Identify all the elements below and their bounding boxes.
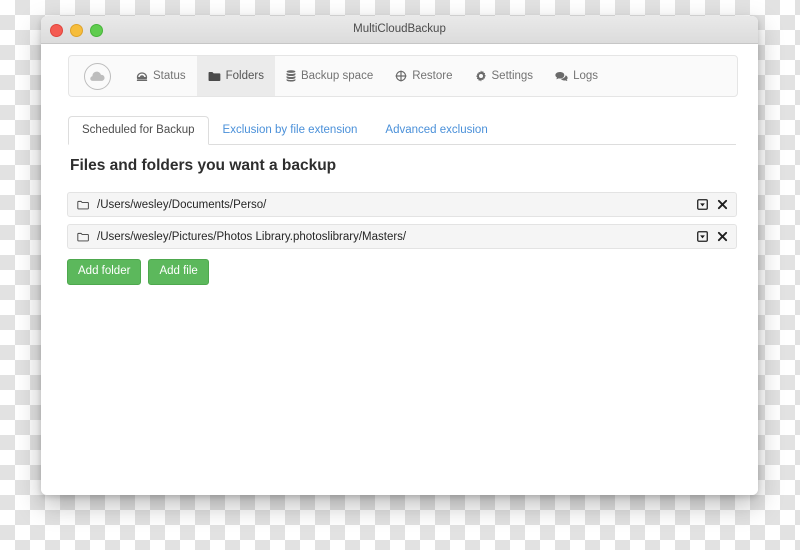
folder-outline-icon — [77, 200, 89, 210]
comments-icon — [555, 71, 568, 82]
folder-icon — [208, 71, 221, 82]
close-icon[interactable] — [717, 231, 728, 242]
folder-outline-icon — [77, 232, 89, 242]
window-title: MultiCloudBackup — [353, 23, 446, 35]
box-chevron-down-icon[interactable] — [697, 231, 708, 242]
add-file-button[interactable]: Add file — [148, 259, 209, 285]
nav-item-backup-space[interactable]: Backup space — [275, 56, 384, 96]
nav-label-restore: Restore — [412, 70, 453, 82]
nav-item-settings[interactable]: Settings — [464, 56, 545, 96]
nav-item-restore[interactable]: Restore — [384, 56, 463, 96]
action-buttons: Add folder Add file — [67, 259, 209, 285]
nav-label-backup-space: Backup space — [300, 70, 374, 82]
window-titlebar: MultiCloudBackup — [41, 16, 758, 44]
nav-item-status[interactable]: Status — [125, 56, 197, 96]
tab-advanced-exclusion[interactable]: Advanced exclusion — [371, 116, 501, 145]
backup-path-text: /Users/wesley/Documents/Perso/ — [97, 198, 267, 211]
box-chevron-down-icon[interactable] — [697, 199, 708, 210]
row-actions — [697, 199, 728, 210]
nav-label-logs: Logs — [573, 70, 598, 82]
cloud-icon — [83, 62, 111, 90]
page-title: Files and folders you want a backup — [70, 157, 337, 174]
tab-exclusion-by-file-extension[interactable]: Exclusion by file extension — [209, 116, 372, 145]
nav-label-status: Status — [153, 70, 186, 82]
dashboard-icon — [136, 71, 148, 82]
nav-item-logs[interactable]: Logs — [544, 56, 609, 96]
gear-icon — [475, 70, 487, 82]
tab-bar: Scheduled for Backup Exclusion by file e… — [68, 116, 736, 145]
row-actions — [697, 231, 728, 242]
backup-path-list: /Users/wesley/Documents/Perso/ /Users/we… — [67, 192, 737, 256]
app-body: Status Folders Backup space Restore Sett… — [41, 44, 758, 495]
nav-label-settings: Settings — [491, 70, 534, 82]
app-brand-logo[interactable] — [69, 56, 125, 96]
add-folder-button[interactable]: Add folder — [67, 259, 142, 285]
main-navbar: Status Folders Backup space Restore Sett… — [68, 55, 738, 97]
nav-item-folders[interactable]: Folders — [196, 56, 275, 96]
nav-label-folders: Folders — [225, 70, 264, 82]
database-icon — [286, 70, 296, 82]
close-icon[interactable] — [717, 199, 728, 210]
backup-path-text: /Users/wesley/Pictures/Photos Library.ph… — [97, 230, 407, 243]
list-item[interactable]: /Users/wesley/Documents/Perso/ — [67, 192, 737, 217]
list-item[interactable]: /Users/wesley/Pictures/Photos Library.ph… — [67, 224, 737, 249]
app-window: MultiCloudBackup Status Folders Backup s… — [41, 16, 758, 495]
tab-scheduled-for-backup[interactable]: Scheduled for Backup — [68, 116, 209, 145]
crosshair-icon — [395, 70, 407, 82]
